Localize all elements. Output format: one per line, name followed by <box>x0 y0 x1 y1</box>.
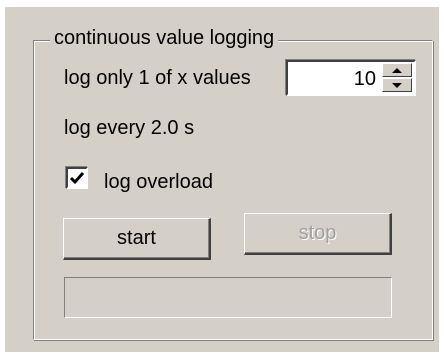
log-overload-label[interactable]: log overload <box>104 170 213 194</box>
spin-up-button[interactable] <box>382 63 412 77</box>
arrow-down-icon <box>392 82 402 88</box>
group-title: continuous value logging <box>50 26 279 50</box>
log-interval-spinbox[interactable]: 10 <box>286 60 416 96</box>
log-every-text: log every 2.0 s <box>64 117 195 139</box>
stop-button[interactable]: stop <box>244 213 392 255</box>
arrow-up-icon <box>392 67 402 73</box>
start-button[interactable]: start <box>63 218 211 260</box>
spin-down-button[interactable] <box>382 78 412 92</box>
checkmark-icon <box>69 172 85 185</box>
spinbox-value[interactable]: 10 <box>354 67 376 91</box>
logging-progress-bar <box>64 277 392 318</box>
log-overload-checkbox[interactable] <box>66 167 88 189</box>
log-only-label: log only 1 of x values <box>64 67 251 89</box>
